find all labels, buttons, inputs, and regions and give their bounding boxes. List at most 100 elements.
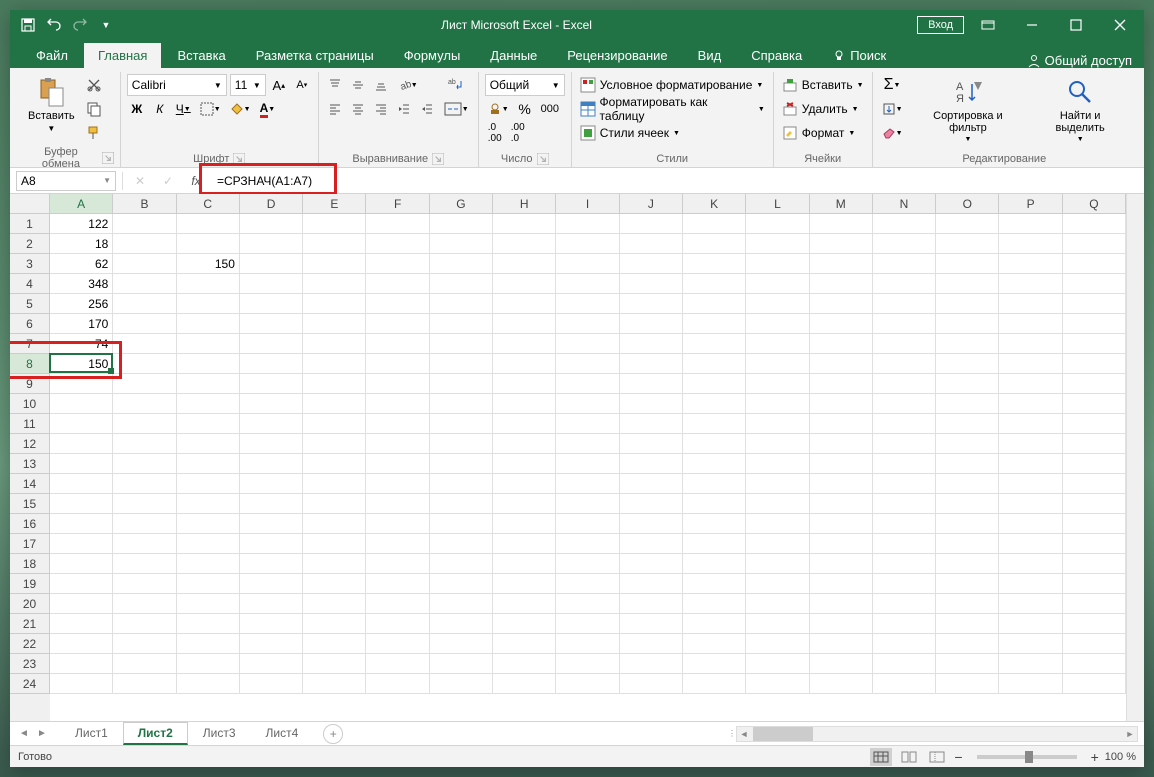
cell-P15[interactable]: [999, 494, 1062, 514]
cell-Q24[interactable]: [1063, 674, 1126, 694]
cell-D1[interactable]: [240, 214, 303, 234]
cell-L16[interactable]: [746, 514, 809, 534]
cell-H4[interactable]: [493, 274, 556, 294]
cell-D22[interactable]: [240, 634, 303, 654]
cell-E22[interactable]: [303, 634, 366, 654]
cell-J19[interactable]: [620, 574, 683, 594]
cell-G13[interactable]: [430, 454, 493, 474]
cell-D21[interactable]: [240, 614, 303, 634]
cell-A5[interactable]: 256: [50, 294, 113, 314]
col-header-I[interactable]: I: [556, 194, 619, 214]
cell-J2[interactable]: [620, 234, 683, 254]
cell-C7[interactable]: [177, 334, 240, 354]
cell-O8[interactable]: [936, 354, 999, 374]
zoom-in-button[interactable]: +: [1091, 749, 1099, 765]
cell-A11[interactable]: [50, 414, 113, 434]
undo-icon[interactable]: [44, 15, 64, 35]
cell-A17[interactable]: [50, 534, 113, 554]
cell-O20[interactable]: [936, 594, 999, 614]
cell-P1[interactable]: [999, 214, 1062, 234]
cell-L24[interactable]: [746, 674, 809, 694]
close-icon[interactable]: [1100, 10, 1140, 40]
cell-K16[interactable]: [683, 514, 746, 534]
cell-N21[interactable]: [873, 614, 936, 634]
cell-N7[interactable]: [873, 334, 936, 354]
cell-A12[interactable]: [50, 434, 113, 454]
col-header-B[interactable]: B: [113, 194, 176, 214]
cell-P24[interactable]: [999, 674, 1062, 694]
row-header-11[interactable]: 11: [10, 414, 50, 434]
cell-B16[interactable]: [113, 514, 176, 534]
cell-K8[interactable]: [683, 354, 746, 374]
tab-view[interactable]: Вид: [684, 43, 736, 68]
col-header-E[interactable]: E: [303, 194, 366, 214]
cell-Q6[interactable]: [1063, 314, 1126, 334]
zoom-thumb[interactable]: [1025, 751, 1033, 763]
cell-G9[interactable]: [430, 374, 493, 394]
cell-P20[interactable]: [999, 594, 1062, 614]
cell-D15[interactable]: [240, 494, 303, 514]
cell-Q10[interactable]: [1063, 394, 1126, 414]
cell-G8[interactable]: [430, 354, 493, 374]
cell-D23[interactable]: [240, 654, 303, 674]
cell-H7[interactable]: [493, 334, 556, 354]
align-middle-icon[interactable]: [348, 74, 368, 96]
pagelayout-view-icon[interactable]: [898, 748, 920, 766]
cell-G14[interactable]: [430, 474, 493, 494]
sheet-tab-Лист4[interactable]: Лист4: [251, 722, 314, 745]
tab-formulas[interactable]: Формулы: [390, 43, 475, 68]
col-header-M[interactable]: M: [810, 194, 873, 214]
cell-O23[interactable]: [936, 654, 999, 674]
row-header-8[interactable]: 8: [10, 354, 50, 374]
autosum-icon[interactable]: Σ ▼: [879, 74, 906, 96]
cell-F21[interactable]: [366, 614, 429, 634]
cell-M9[interactable]: [810, 374, 873, 394]
cell-O13[interactable]: [936, 454, 999, 474]
share-button[interactable]: Общий доступ: [1027, 53, 1144, 68]
ribbon-display-icon[interactable]: [968, 10, 1008, 40]
cell-J20[interactable]: [620, 594, 683, 614]
col-header-K[interactable]: K: [683, 194, 746, 214]
cell-A20[interactable]: [50, 594, 113, 614]
cell-G21[interactable]: [430, 614, 493, 634]
cell-B8[interactable]: [113, 354, 176, 374]
cell-N18[interactable]: [873, 554, 936, 574]
cell-K5[interactable]: [683, 294, 746, 314]
cell-B14[interactable]: [113, 474, 176, 494]
cell-L21[interactable]: [746, 614, 809, 634]
cell-I23[interactable]: [556, 654, 619, 674]
cell-I11[interactable]: [556, 414, 619, 434]
cell-N5[interactable]: [873, 294, 936, 314]
row-header-16[interactable]: 16: [10, 514, 50, 534]
cell-F9[interactable]: [366, 374, 429, 394]
cell-J22[interactable]: [620, 634, 683, 654]
col-header-H[interactable]: H: [493, 194, 556, 214]
cell-K19[interactable]: [683, 574, 746, 594]
cell-E9[interactable]: [303, 374, 366, 394]
cell-G23[interactable]: [430, 654, 493, 674]
cell-M5[interactable]: [810, 294, 873, 314]
cell-G6[interactable]: [430, 314, 493, 334]
cell-L6[interactable]: [746, 314, 809, 334]
merge-cells-icon[interactable]: ▼: [441, 98, 472, 120]
cell-P6[interactable]: [999, 314, 1062, 334]
cell-P11[interactable]: [999, 414, 1062, 434]
cell-D14[interactable]: [240, 474, 303, 494]
cell-H19[interactable]: [493, 574, 556, 594]
cell-N14[interactable]: [873, 474, 936, 494]
cell-J10[interactable]: [620, 394, 683, 414]
cell-E19[interactable]: [303, 574, 366, 594]
cell-I12[interactable]: [556, 434, 619, 454]
cell-K10[interactable]: [683, 394, 746, 414]
cell-C10[interactable]: [177, 394, 240, 414]
cell-Q2[interactable]: [1063, 234, 1126, 254]
cell-B5[interactable]: [113, 294, 176, 314]
cell-H24[interactable]: [493, 674, 556, 694]
cell-G16[interactable]: [430, 514, 493, 534]
cell-F1[interactable]: [366, 214, 429, 234]
cell-G20[interactable]: [430, 594, 493, 614]
cell-P4[interactable]: [999, 274, 1062, 294]
row-header-23[interactable]: 23: [10, 654, 50, 674]
cell-Q19[interactable]: [1063, 574, 1126, 594]
row-header-20[interactable]: 20: [10, 594, 50, 614]
